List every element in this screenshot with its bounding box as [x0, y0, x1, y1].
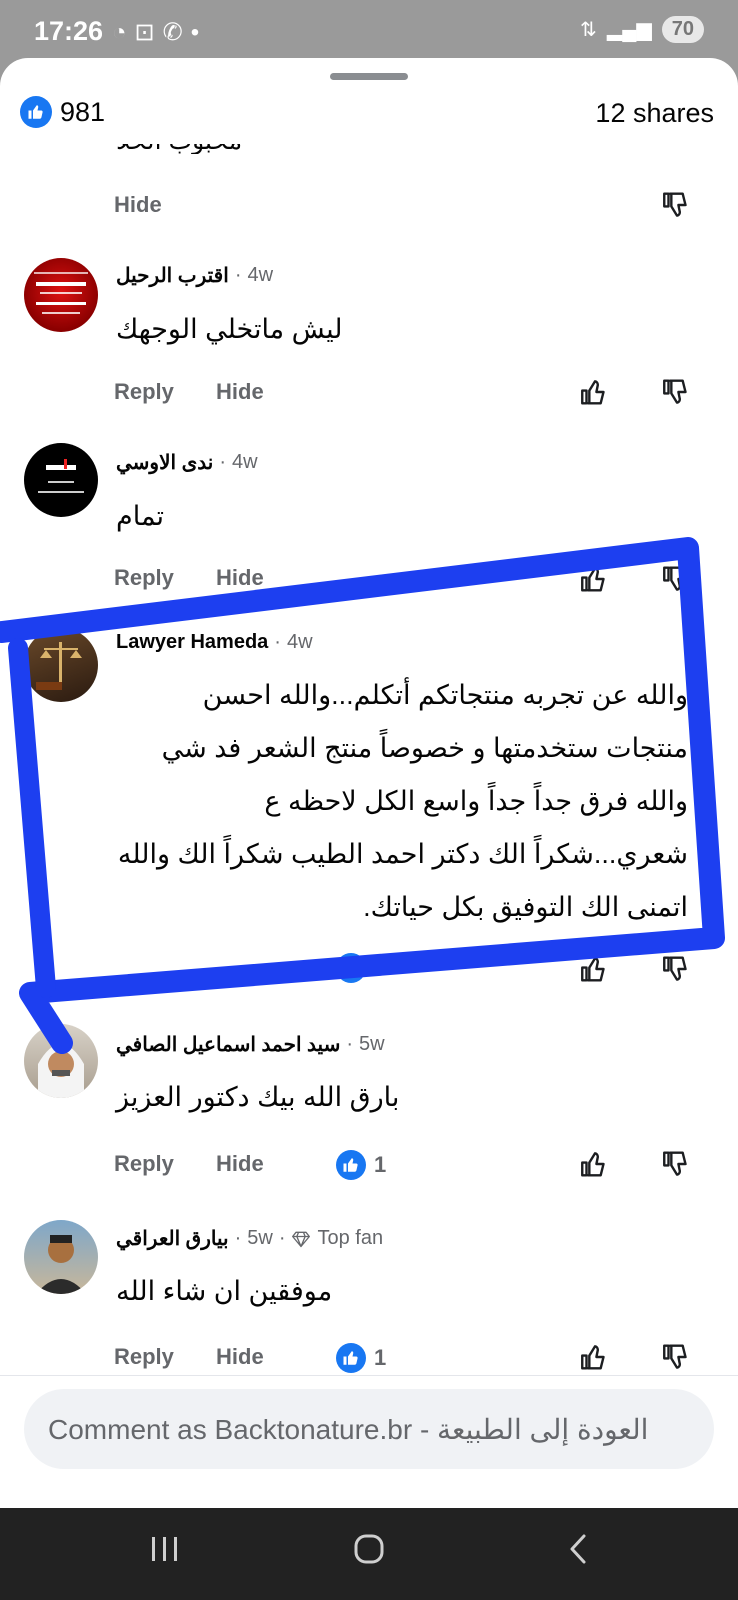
like-summary[interactable]: 981 — [20, 96, 105, 128]
dislike-icon[interactable] — [660, 1147, 694, 1181]
hide-button[interactable]: Hide — [216, 1344, 264, 1370]
top-fan-badge: Top fan — [317, 1227, 384, 1249]
battery-indicator: 70 — [661, 16, 704, 43]
like-icon[interactable] — [578, 952, 612, 986]
like-icon[interactable] — [578, 1340, 612, 1374]
dislike-icon[interactable] — [660, 375, 694, 409]
comment-author[interactable]: سيد احمد اسماعيل الصافي — [116, 1032, 340, 1057]
comment-text: والله عن تجربه منتجاتكم أتكلم...والله اح… — [117, 680, 688, 922]
reply-button[interactable]: Reply — [114, 565, 174, 591]
meta-separator: · — [346, 1033, 354, 1055]
meta-separator: · — [278, 1227, 286, 1249]
like-reaction-icon — [336, 1343, 366, 1373]
comment-meta: اقترب الرحيل · 4w — [116, 263, 273, 288]
reaction-count[interactable]: 1 — [336, 1150, 386, 1180]
comment-author[interactable]: ندى الاوسي — [116, 450, 213, 475]
hide-button[interactable]: Hide — [216, 1151, 264, 1177]
reply-button[interactable]: Reply — [114, 1344, 174, 1370]
comments-sheet: محبوب الحلا Hide اقترب الرحيل · 4w ليش م… — [0, 58, 738, 1508]
avatar[interactable] — [24, 1024, 98, 1098]
like-icon[interactable] — [578, 375, 612, 409]
reply-button[interactable]: Reply — [114, 1151, 174, 1177]
comment-composer: Comment as Backtonature.br - العودة إلى … — [0, 1375, 738, 1508]
dislike-icon[interactable] — [660, 952, 694, 986]
screenshot-icon: ⊡ — [134, 19, 163, 46]
status-time: 17:26 — [34, 16, 104, 46]
meta-separator: · — [274, 631, 281, 653]
comment-text: ليش ماتخلي الوجهك — [116, 314, 343, 344]
like-icon[interactable] — [578, 1147, 612, 1181]
dislike-icon[interactable] — [660, 188, 694, 222]
comment-time: 5w — [359, 1033, 385, 1055]
status-right: ⇅ ▂▄▆ 70 — [580, 16, 704, 43]
navigation-bar — [0, 1508, 738, 1600]
comment-meta: Lawyer Hameda · 4w — [116, 631, 313, 654]
comment-text: بارق الله بيك دكتور العزيز — [116, 1082, 400, 1112]
comment-time: 4w — [232, 451, 258, 473]
signal-icon: ▂▄▆ — [606, 19, 652, 41]
like-icon — [20, 96, 52, 128]
reaction-number: 1 — [374, 955, 387, 980]
back-icon[interactable] — [562, 1532, 596, 1566]
recent-apps-icon[interactable] — [148, 1532, 182, 1566]
shares-count[interactable]: 12 shares — [595, 98, 714, 129]
comment-input[interactable]: Comment as Backtonature.br - العودة إلى … — [24, 1389, 714, 1469]
comments-list[interactable]: محبوب الحلا Hide اقترب الرحيل · 4w ليش م… — [0, 58, 738, 1408]
comment-text: تمام — [116, 501, 165, 531]
like-reaction-icon — [336, 953, 366, 983]
comment-text: موفقين ان شاء الله — [116, 1276, 333, 1306]
hide-button[interactable]: Hide — [216, 565, 264, 591]
avatar[interactable] — [24, 443, 98, 517]
meta-separator: · — [234, 1227, 242, 1249]
comment-author[interactable]: Lawyer Hameda — [116, 631, 268, 654]
reaction-number: 1 — [374, 1345, 387, 1370]
status-left-icons: ◔⊡✆• — [112, 18, 207, 47]
comment-time: 4w — [247, 264, 274, 286]
reaction-count[interactable]: 1 — [336, 953, 386, 983]
data-transfer-icon: ⇅ — [580, 19, 597, 41]
like-icon[interactable] — [578, 562, 612, 596]
comment-time: 4w — [286, 631, 313, 653]
reaction-number: 1 — [374, 1152, 387, 1177]
comment-meta: سيد احمد اسماعيل الصافي · 5w — [116, 1032, 385, 1057]
comment-meta: ندى الاوسي · 4w — [116, 450, 258, 475]
reaction-count[interactable]: 1 — [336, 1343, 386, 1373]
comment-author[interactable]: اقترب الرحيل — [116, 263, 229, 288]
whatsapp-icon: ✆ — [162, 19, 191, 46]
hide-button[interactable]: Hide — [216, 379, 264, 405]
diamond-icon — [292, 1231, 311, 1247]
home-icon[interactable] — [352, 1532, 386, 1566]
whatsapp-status-icon: ◔ — [112, 19, 135, 46]
dot-icon: • — [190, 19, 208, 46]
avatar[interactable] — [24, 1220, 98, 1294]
like-reaction-icon — [336, 1150, 366, 1180]
hide-button[interactable]: Hide — [114, 192, 162, 218]
meta-separator: · — [219, 451, 226, 473]
like-count: 981 — [60, 96, 106, 127]
dislike-icon[interactable] — [660, 1340, 694, 1374]
reply-button[interactable]: Reply — [114, 379, 174, 405]
reactions-summary-bar: 981 12 shares — [0, 86, 738, 144]
comment-author[interactable]: بيارق العراقي — [116, 1226, 229, 1251]
avatar[interactable] — [24, 258, 98, 332]
avatar[interactable] — [24, 628, 98, 702]
comment-meta: بيارق العراقي · 5w · Top fan — [116, 1226, 383, 1251]
comment-time: 5w — [247, 1227, 273, 1249]
meta-separator: · — [234, 264, 242, 286]
dislike-icon[interactable] — [660, 562, 694, 596]
